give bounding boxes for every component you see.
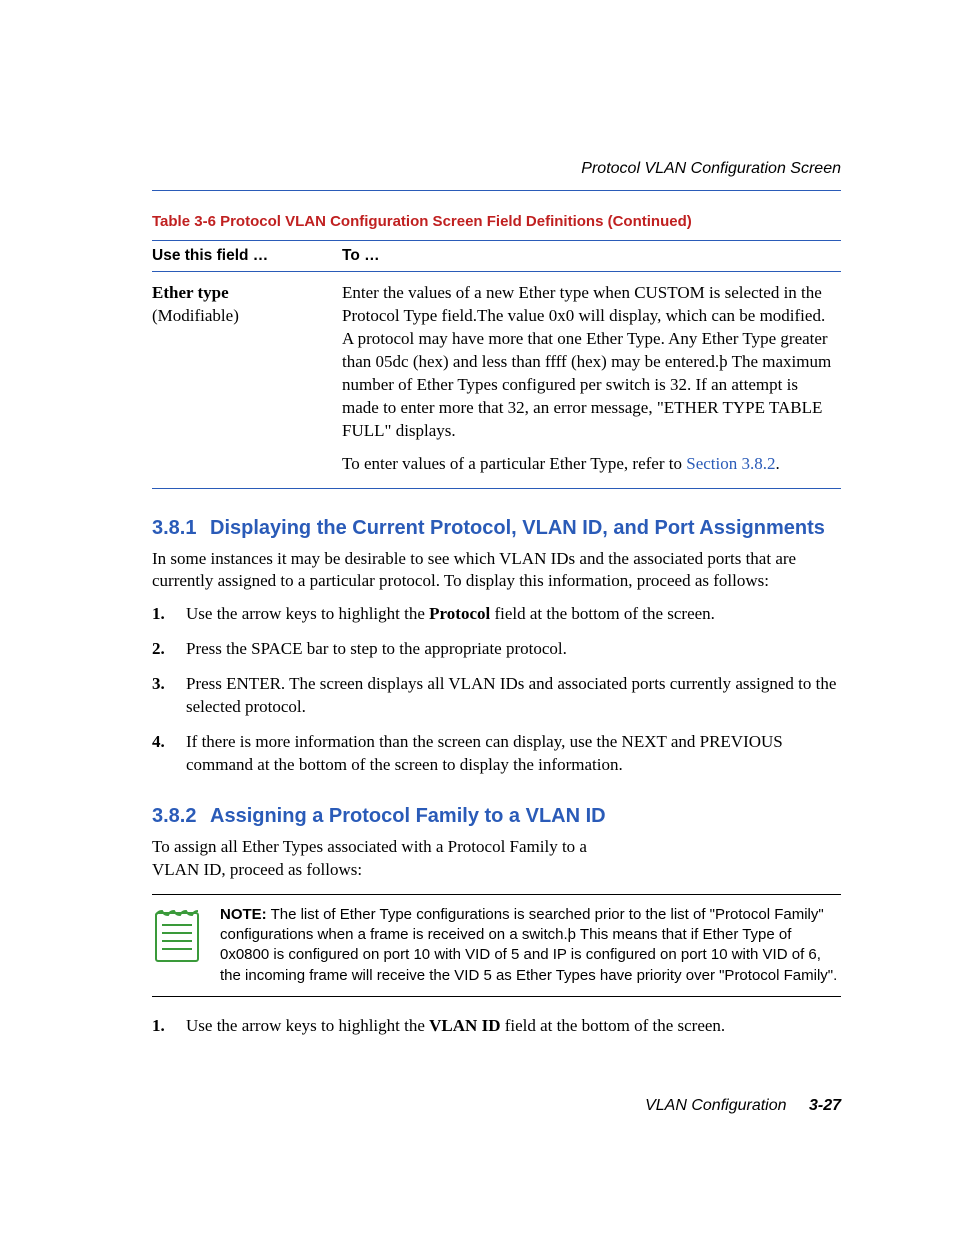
step-text-post: field at the bottom of the screen. [500,1016,725,1035]
list-item: If there is more information than the sc… [152,731,841,777]
step-text-pre: Use the arrow keys to highlight the [186,604,429,623]
field-definitions-table: Use this field … To … Ether type (Modifi… [152,240,841,489]
table-row: Ether type (Modifiable) Enter the values… [152,272,841,489]
field-cell: Ether type (Modifiable) [152,272,342,489]
field-modifiable: (Modifiable) [152,306,239,325]
desc2-post: . [775,454,779,473]
note-lead: NOTE: [220,906,267,923]
heading-3-8-1: 3.8.1 Displaying the Current Protocol, V… [152,517,841,540]
note-body: The list of Ether Type configurations is… [220,906,837,984]
col-header-field: Use this field … [152,241,342,272]
note-text: NOTE: The list of Ether Type configurati… [220,905,841,986]
footer-page-number: 3-27 [809,1097,841,1114]
description-cell: Enter the values of a new Ether type whe… [342,272,841,489]
heading-3-8-2: 3.8.2 Assigning a Protocol Family to a V… [152,805,841,828]
footer-chapter: VLAN Configuration [645,1097,786,1114]
list-item: Press the SPACE bar to step to the appro… [152,638,841,661]
section-number: 3.8.2 [152,805,210,828]
section-382-steps: Use the arrow keys to highlight the VLAN… [152,1015,841,1038]
section-381-steps: Use the arrow keys to highlight the Prot… [152,603,841,777]
description-para-2: To enter values of a particular Ether Ty… [342,453,833,476]
col-header-to: To … [342,241,841,272]
section-title: Displaying the Current Protocol, VLAN ID… [210,517,841,540]
list-item: Press ENTER. The screen displays all VLA… [152,673,841,719]
step-text-bold: Protocol [429,604,490,623]
section-title: Assigning a Protocol Family to a VLAN ID [210,805,841,828]
step-text-bold: VLAN ID [429,1016,500,1035]
section-382-intro: To assign all Ether Types associated wit… [152,836,632,882]
section-381-intro: In some instances it may be desirable to… [152,548,841,594]
field-name: Ether type [152,283,229,302]
table-caption: Table 3-6 Protocol VLAN Configuration Sc… [152,213,841,230]
section-number: 3.8.1 [152,517,210,540]
step-text-post: field at the bottom of the screen. [490,604,715,623]
desc2-pre: To enter values of a particular Ether Ty… [342,454,686,473]
xref-section-382[interactable]: Section 3.8.2 [686,454,775,473]
step-text-pre: Use the arrow keys to highlight the [186,1016,429,1035]
note-box: NOTE: The list of Ether Type configurati… [152,894,841,997]
header-rule [152,190,841,191]
description-para-1: Enter the values of a new Ether type whe… [342,282,833,443]
list-item: Use the arrow keys to highlight the Prot… [152,603,841,626]
note-icon [152,905,202,965]
table-header-row: Use this field … To … [152,241,841,272]
list-item: Use the arrow keys to highlight the VLAN… [152,1015,841,1038]
running-header: Protocol VLAN Configuration Screen [581,160,841,178]
page-footer: VLAN Configuration 3-27 [645,1097,841,1115]
